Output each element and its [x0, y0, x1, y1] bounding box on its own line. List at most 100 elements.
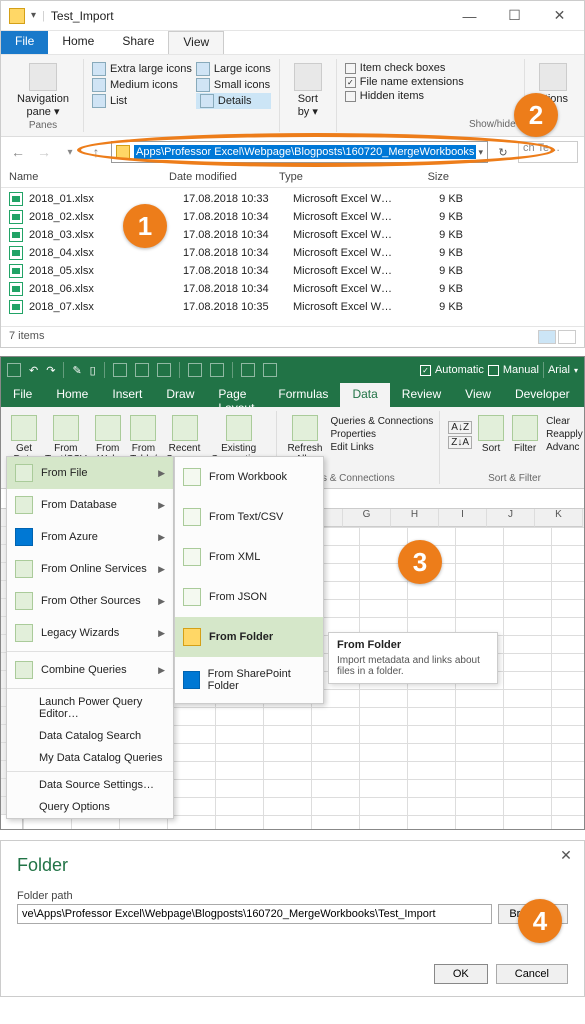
qat-icon[interactable]	[210, 363, 224, 377]
file-row[interactable]: 2018_02.xlsx17.08.2018 10:34Microsoft Ex…	[9, 208, 576, 226]
titlebar[interactable]: ▾ | Test_Import — ☐ ✕	[1, 1, 584, 31]
col-header[interactable]: G	[343, 509, 391, 527]
view-medium[interactable]: Medium icons	[92, 77, 192, 93]
nav-back-button[interactable]: ←	[7, 141, 29, 163]
qat-icon[interactable]	[241, 363, 255, 377]
submenu-from-textcsv[interactable]: From Text/CSV	[175, 497, 323, 537]
address-input[interactable]	[134, 145, 476, 159]
col-header[interactable]: J	[487, 509, 535, 527]
properties-button[interactable]: Properties	[330, 428, 433, 441]
qat-icon[interactable]	[113, 363, 127, 377]
icons-view-toggle[interactable]	[558, 330, 576, 344]
menu-legacy-wizards[interactable]: Legacy Wizards▶	[7, 617, 173, 649]
menu-data-catalog-search[interactable]: Data Catalog Search	[7, 725, 173, 747]
menu-query-options[interactable]: Query Options	[7, 796, 173, 818]
reapply-button[interactable]: Reapply	[546, 428, 583, 441]
refresh-button[interactable]: ↻	[492, 146, 514, 159]
file-extensions[interactable]: ✓File name extensions	[345, 75, 516, 89]
hidden-items[interactable]: Hidden items	[345, 89, 516, 103]
tab-home[interactable]: Home	[44, 383, 100, 407]
nav-forward-button[interactable]: →	[33, 141, 55, 163]
search-input[interactable]: ch Te…	[518, 141, 578, 163]
item-checkboxes[interactable]: Item check boxes	[345, 61, 516, 75]
maximize-button[interactable]: ☐	[492, 2, 537, 30]
tab-data[interactable]: Data	[340, 383, 389, 407]
menu-from-online[interactable]: From Online Services▶	[7, 553, 173, 585]
sort-az-button[interactable]: A↓Z	[448, 420, 472, 435]
col-header[interactable]: K	[535, 509, 583, 527]
qat-arrow[interactable]: ▾	[31, 10, 36, 21]
qat-icon[interactable]: ▯	[90, 364, 96, 377]
navigation-pane-button[interactable]: Navigation pane ▾	[11, 61, 75, 120]
sort-by-button[interactable]: Sort by ▾	[288, 61, 328, 120]
cancel-button[interactable]: Cancel	[496, 964, 568, 984]
close-button[interactable]: ✕	[537, 2, 582, 30]
submenu-from-workbook[interactable]: From Workbook	[175, 457, 323, 497]
file-row[interactable]: 2018_06.xlsx17.08.2018 10:34Microsoft Ex…	[9, 280, 576, 298]
advanced-button[interactable]: Advanc	[546, 441, 583, 454]
view-small[interactable]: Small icons	[196, 77, 271, 93]
tab-insert[interactable]: Insert	[100, 383, 154, 407]
tab-draw[interactable]: Draw	[154, 383, 206, 407]
tab-developer[interactable]: Developer	[503, 383, 582, 407]
menu-data-source-settings[interactable]: Data Source Settings…	[7, 774, 173, 796]
dialog-close-button[interactable]: ✕	[554, 847, 578, 867]
address-dropdown-icon[interactable]: ▾	[478, 147, 483, 158]
ok-button[interactable]: OK	[434, 964, 488, 984]
manual-checkbox[interactable]	[488, 365, 499, 376]
nav-up-button[interactable]: ↑	[85, 141, 107, 163]
qat-icon[interactable]	[188, 363, 202, 377]
file-row[interactable]: 2018_01.xlsx17.08.2018 10:33Microsoft Ex…	[9, 190, 576, 208]
folder-path-input[interactable]	[17, 904, 492, 924]
tab-view-excel[interactable]: View	[453, 383, 503, 407]
submenu-from-json[interactable]: From JSON	[175, 577, 323, 617]
col-date[interactable]: Date modified	[169, 171, 279, 183]
view-large[interactable]: Large icons	[196, 61, 271, 77]
col-size[interactable]: Size	[389, 171, 449, 183]
tab-page-layout[interactable]: Page Layout	[206, 383, 266, 407]
sort-button[interactable]: Sort	[474, 413, 508, 456]
file-row[interactable]: 2018_07.xlsx17.08.2018 10:35Microsoft Ex…	[9, 298, 576, 316]
clear-filter-button[interactable]: Clear	[546, 415, 583, 428]
view-details[interactable]: Details	[196, 93, 271, 109]
undo-icon[interactable]: ↶	[29, 364, 38, 377]
tab-file[interactable]: File	[1, 383, 44, 407]
col-header[interactable]: H	[391, 509, 439, 527]
col-type[interactable]: Type	[279, 171, 389, 183]
submenu-from-xml[interactable]: From XML	[175, 537, 323, 577]
tab-home[interactable]: Home	[48, 31, 108, 54]
tab-truncated[interactable]: PR	[582, 383, 585, 407]
address-bar[interactable]: ▾	[111, 141, 488, 163]
queries-connections-button[interactable]: Queries & Connections	[330, 415, 433, 428]
menu-from-file[interactable]: From File▶	[7, 457, 173, 489]
menu-my-catalog-queries[interactable]: My Data Catalog Queries	[7, 747, 173, 769]
tab-share[interactable]: Share	[108, 31, 168, 54]
automatic-checkbox[interactable]: ✓	[420, 365, 431, 376]
file-row[interactable]: 2018_03.xlsx17.08.2018 10:34Microsoft Ex…	[9, 226, 576, 244]
tab-formulas[interactable]: Formulas	[266, 383, 340, 407]
tab-file[interactable]: File	[1, 31, 48, 54]
tab-view[interactable]: View	[168, 31, 224, 54]
file-row[interactable]: 2018_04.xlsx17.08.2018 10:34Microsoft Ex…	[9, 244, 576, 262]
font-selector[interactable]: Arial	[548, 364, 570, 376]
menu-launch-pq-editor[interactable]: Launch Power Query Editor…	[7, 691, 173, 725]
sort-za-button[interactable]: Z↓A	[448, 435, 472, 450]
col-name[interactable]: Name	[9, 171, 169, 183]
menu-from-azure[interactable]: From Azure▶	[7, 521, 173, 553]
nav-recent-dropdown[interactable]: ▾	[59, 141, 81, 163]
menu-from-other[interactable]: From Other Sources▶	[7, 585, 173, 617]
qat-icon[interactable]	[263, 363, 277, 377]
qat-icon[interactable]	[135, 363, 149, 377]
minimize-button[interactable]: —	[447, 2, 492, 30]
qat-icon[interactable]: ✎	[72, 364, 81, 377]
filter-button[interactable]: Filter	[508, 413, 542, 456]
view-extra-large[interactable]: Extra large icons	[92, 61, 192, 77]
file-row[interactable]: 2018_05.xlsx17.08.2018 10:34Microsoft Ex…	[9, 262, 576, 280]
redo-icon[interactable]: ↷	[46, 364, 55, 377]
menu-from-database[interactable]: From Database▶	[7, 489, 173, 521]
col-header[interactable]: I	[439, 509, 487, 527]
edit-links-button[interactable]: Edit Links	[330, 441, 433, 454]
view-list[interactable]: List	[92, 93, 192, 109]
qat-icon[interactable]	[157, 363, 171, 377]
tab-review[interactable]: Review	[390, 383, 453, 407]
